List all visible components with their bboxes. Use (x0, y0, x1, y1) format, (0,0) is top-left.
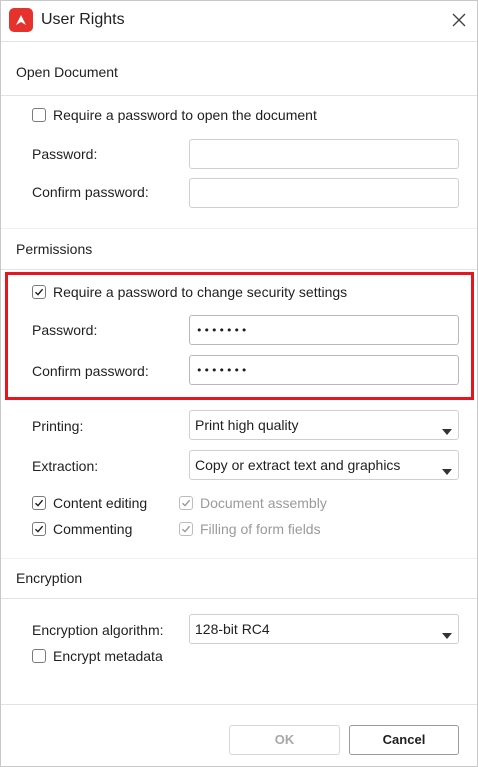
open-confirm-password-field[interactable] (189, 178, 459, 208)
extraction-label: Extraction: (32, 458, 99, 474)
open-password-input[interactable] (190, 140, 446, 168)
open-password-field[interactable] (189, 139, 459, 169)
printing-select[interactable]: Print high quality (189, 410, 459, 440)
dropdown-arrow-icon (442, 422, 452, 438)
divider (1, 558, 477, 559)
extraction-select[interactable]: Copy or extract text and graphics (189, 450, 459, 480)
encryption-algorithm-select[interactable]: 128-bit RC4 (189, 614, 459, 644)
footer-divider (1, 704, 477, 705)
open-confirm-password-input[interactable] (190, 179, 446, 207)
permissions-confirm-password-label: Confirm password: (32, 363, 149, 379)
require-permissions-password-checkbox[interactable] (32, 285, 46, 299)
close-icon[interactable] (448, 9, 470, 31)
permissions-confirm-password-field[interactable] (189, 355, 459, 385)
app-logo-icon (9, 8, 33, 32)
permissions-password-input[interactable] (190, 316, 446, 344)
open-password-label: Password: (32, 146, 98, 162)
content-editing-label: Content editing (53, 495, 148, 511)
document-assembly-label: Document assembly (200, 495, 327, 511)
require-open-password-checkbox[interactable] (32, 108, 46, 122)
content-editing-checkbox[interactable] (32, 496, 46, 510)
encryption-heading: Encryption (16, 570, 83, 586)
encrypt-metadata-label: Encrypt metadata (53, 648, 163, 664)
filling-forms-checkbox (179, 522, 193, 536)
permissions-password-field[interactable] (189, 315, 459, 345)
encrypt-metadata-checkbox[interactable] (32, 649, 46, 663)
ok-button[interactable]: OK (229, 725, 340, 755)
user-rights-dialog: User Rights Open Document Require a pass… (0, 0, 478, 767)
title-bar: User Rights (1, 1, 477, 42)
divider (1, 228, 477, 229)
require-permissions-password-label: Require a password to change security se… (53, 284, 348, 300)
commenting-label: Commenting (53, 521, 133, 537)
divider (1, 95, 477, 96)
printing-select-value: Print high quality (195, 417, 299, 433)
filling-forms-label: Filling of form fields (200, 521, 321, 537)
printing-label: Printing: (32, 418, 84, 434)
dialog-title: User Rights (41, 11, 125, 28)
permissions-password-label: Password: (32, 322, 98, 338)
require-open-password-label: Require a password to open the document (53, 107, 317, 123)
open-document-heading: Open Document (16, 64, 118, 80)
divider (1, 269, 477, 270)
encryption-algorithm-value: 128-bit RC4 (195, 621, 270, 637)
dropdown-arrow-icon (442, 462, 452, 478)
dropdown-arrow-icon (442, 626, 452, 642)
document-assembly-checkbox (179, 496, 193, 510)
permissions-heading: Permissions (16, 241, 93, 257)
commenting-checkbox[interactable] (32, 522, 46, 536)
cancel-button[interactable]: Cancel (349, 725, 459, 755)
encryption-algorithm-label: Encryption algorithm: (32, 622, 164, 638)
open-confirm-password-label: Confirm password: (32, 184, 149, 200)
permissions-confirm-password-input[interactable] (190, 356, 446, 384)
extraction-select-value: Copy or extract text and graphics (195, 457, 401, 473)
divider (1, 598, 477, 599)
